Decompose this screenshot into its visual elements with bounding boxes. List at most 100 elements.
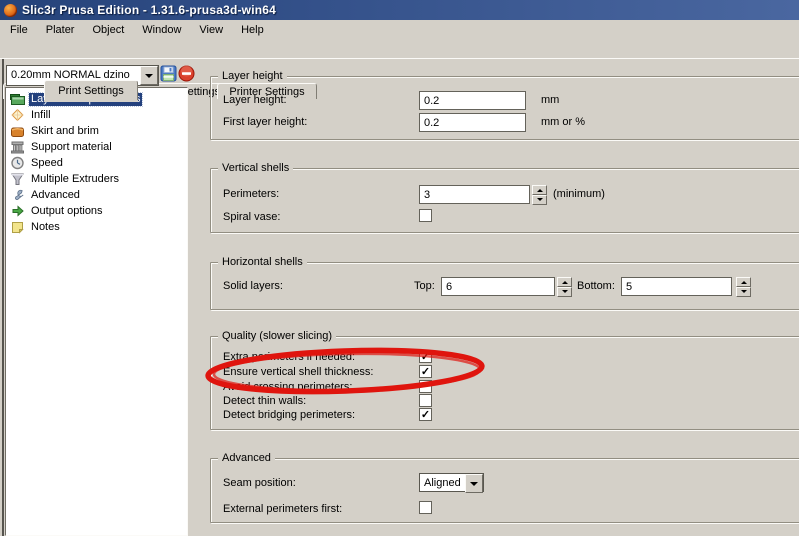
extra-perimeters-checkbox[interactable]: ✓ bbox=[419, 350, 432, 363]
sidebar-item-multiple-extruders[interactable]: Multiple Extruders bbox=[6, 171, 187, 187]
group-legend: Layer height bbox=[218, 69, 287, 83]
spiral-vase-checkbox[interactable] bbox=[419, 209, 432, 222]
first-layer-height-label: First layer height: bbox=[223, 116, 307, 128]
sidebar-item-support-material[interactable]: Support material bbox=[6, 139, 187, 155]
group-layer-height: Layer height Layer height: 0.2 mm First … bbox=[210, 76, 799, 140]
sidebar-item-infill[interactable]: Infill bbox=[6, 107, 187, 123]
extruders-icon bbox=[10, 172, 25, 186]
sidebar-item-advanced[interactable]: Advanced bbox=[6, 187, 187, 203]
menu-item-help[interactable]: Help bbox=[232, 22, 273, 38]
extra-perimeters-label: Extra perimeters if needed: bbox=[223, 351, 355, 363]
sidebar-item-label: Multiple Extruders bbox=[29, 173, 121, 186]
seam-position-label: Seam position: bbox=[223, 477, 296, 489]
spinner-up-button[interactable] bbox=[532, 185, 547, 195]
sidebar-item-label: Notes bbox=[29, 221, 62, 234]
menubar: File Plater Object Window View Help bbox=[0, 20, 799, 40]
wrench-icon bbox=[10, 188, 25, 202]
solid-layers-bottom-spinner bbox=[736, 277, 751, 296]
spinner-up-button[interactable] bbox=[557, 277, 572, 287]
external-perimeters-label: External perimeters first: bbox=[223, 503, 342, 515]
sidebar-item-skirt-and-brim[interactable]: Skirt and brim bbox=[6, 123, 187, 139]
sidebar-item-speed[interactable]: Speed bbox=[6, 155, 187, 171]
skirt-icon bbox=[10, 124, 25, 138]
chevron-down-icon bbox=[470, 482, 478, 490]
avoid-crossing-checkbox[interactable] bbox=[419, 380, 432, 393]
seam-position-value: Aligned bbox=[420, 474, 465, 491]
perimeters-input[interactable]: 3 bbox=[419, 185, 530, 204]
group-legend: Horizontal shells bbox=[218, 255, 307, 269]
solid-layers-top-spinner bbox=[557, 277, 572, 296]
notes-icon bbox=[10, 220, 25, 234]
menu-item-object[interactable]: Object bbox=[83, 22, 133, 38]
seam-dropdown-button[interactable] bbox=[465, 474, 483, 493]
minus-icon bbox=[178, 65, 195, 82]
menu-item-view[interactable]: View bbox=[190, 22, 232, 38]
preset-dropdown-button[interactable] bbox=[140, 66, 158, 85]
solid-layers-bottom-input[interactable]: 5 bbox=[621, 277, 732, 296]
settings-tree: Layers and perimeters Infill Skirt and b… bbox=[5, 87, 188, 536]
spiral-vase-label: Spiral vase: bbox=[223, 211, 280, 223]
checkmark: ✓ bbox=[421, 410, 430, 420]
spinner-down-button[interactable] bbox=[736, 287, 751, 297]
ensure-vertical-shell-label: Ensure vertical shell thickness: bbox=[223, 366, 373, 378]
floppy-icon bbox=[160, 65, 177, 82]
first-layer-height-unit: mm or % bbox=[541, 116, 585, 128]
detect-thin-walls-label: Detect thin walls: bbox=[223, 395, 306, 407]
sidebar-item-label: Infill bbox=[29, 109, 53, 122]
external-perimeters-checkbox[interactable] bbox=[419, 501, 432, 514]
spinner-down-button[interactable] bbox=[532, 195, 547, 205]
group-horizontal-shells: Horizontal shells Solid layers: Top: 6 B… bbox=[210, 262, 799, 310]
triangle-up-icon bbox=[562, 278, 568, 284]
sidebar-item-label: Advanced bbox=[29, 189, 82, 202]
group-advanced: Advanced Seam position: Aligned External… bbox=[210, 458, 799, 523]
spinner-down-button[interactable] bbox=[557, 287, 572, 297]
triangle-down-icon bbox=[741, 290, 747, 296]
menu-item-plater[interactable]: Plater bbox=[37, 22, 84, 38]
layer-height-input[interactable]: 0.2 bbox=[419, 91, 526, 110]
ensure-vertical-shell-checkbox[interactable]: ✓ bbox=[419, 365, 432, 378]
solid-layers-top-label: Top: bbox=[414, 280, 435, 292]
sidebar-item-notes[interactable]: Notes bbox=[6, 219, 187, 235]
sidebar-item-label: Support material bbox=[29, 141, 114, 154]
seam-position-select[interactable]: Aligned bbox=[419, 473, 484, 492]
delete-preset-button[interactable] bbox=[177, 64, 195, 83]
tab-bar: Plater Print Settings Filament Settings … bbox=[0, 40, 799, 59]
tab-page-left-border bbox=[2, 59, 4, 536]
support-icon bbox=[10, 140, 25, 154]
window-titlebar: Slic3r Prusa Edition - 1.31.6-prusa3d-wi… bbox=[0, 0, 799, 20]
solid-layers-label: Solid layers: bbox=[223, 280, 283, 292]
triangle-down-icon bbox=[537, 198, 543, 204]
menu-item-file[interactable]: File bbox=[0, 22, 37, 38]
checkmark: ✓ bbox=[421, 352, 430, 362]
checkmark: ✓ bbox=[421, 367, 430, 377]
layers-icon bbox=[10, 92, 25, 106]
infill-icon bbox=[10, 108, 25, 122]
detect-thin-walls-checkbox[interactable] bbox=[419, 394, 432, 407]
group-quality: Quality (slower slicing) Extra perimeter… bbox=[210, 336, 799, 430]
first-layer-height-input[interactable]: 0.2 bbox=[419, 113, 526, 132]
avoid-crossing-label: Avoid crossing perimeters: bbox=[223, 381, 352, 393]
detect-bridging-label: Detect bridging perimeters: bbox=[223, 409, 355, 421]
solid-layers-top-input[interactable]: 6 bbox=[441, 277, 555, 296]
menu-item-window[interactable]: Window bbox=[133, 22, 190, 38]
app-window: Slic3r Prusa Edition - 1.31.6-prusa3d-wi… bbox=[0, 0, 799, 536]
triangle-up-icon bbox=[741, 278, 747, 284]
layer-height-unit: mm bbox=[541, 94, 559, 106]
sidebar-item-label: Skirt and brim bbox=[29, 125, 101, 138]
spinner-up-button[interactable] bbox=[736, 277, 751, 287]
detect-bridging-checkbox[interactable]: ✓ bbox=[419, 408, 432, 421]
window-title: Slic3r Prusa Edition - 1.31.6-prusa3d-wi… bbox=[22, 3, 276, 17]
group-legend: Quality (slower slicing) bbox=[218, 329, 336, 343]
save-preset-button[interactable] bbox=[159, 64, 177, 83]
sidebar-item-label: Output options bbox=[29, 205, 105, 218]
group-legend: Vertical shells bbox=[218, 161, 293, 175]
sidebar-item-label: Speed bbox=[29, 157, 65, 170]
perimeters-label: Perimeters: bbox=[223, 188, 279, 200]
chevron-down-icon bbox=[145, 74, 153, 82]
sidebar-item-output-options[interactable]: Output options bbox=[6, 203, 187, 219]
tab-print-settings[interactable]: Print Settings bbox=[44, 80, 138, 100]
perimeters-note: (minimum) bbox=[553, 188, 605, 200]
speed-icon bbox=[10, 156, 25, 170]
slic3r-app-icon bbox=[4, 4, 17, 17]
group-legend: Advanced bbox=[218, 451, 275, 465]
